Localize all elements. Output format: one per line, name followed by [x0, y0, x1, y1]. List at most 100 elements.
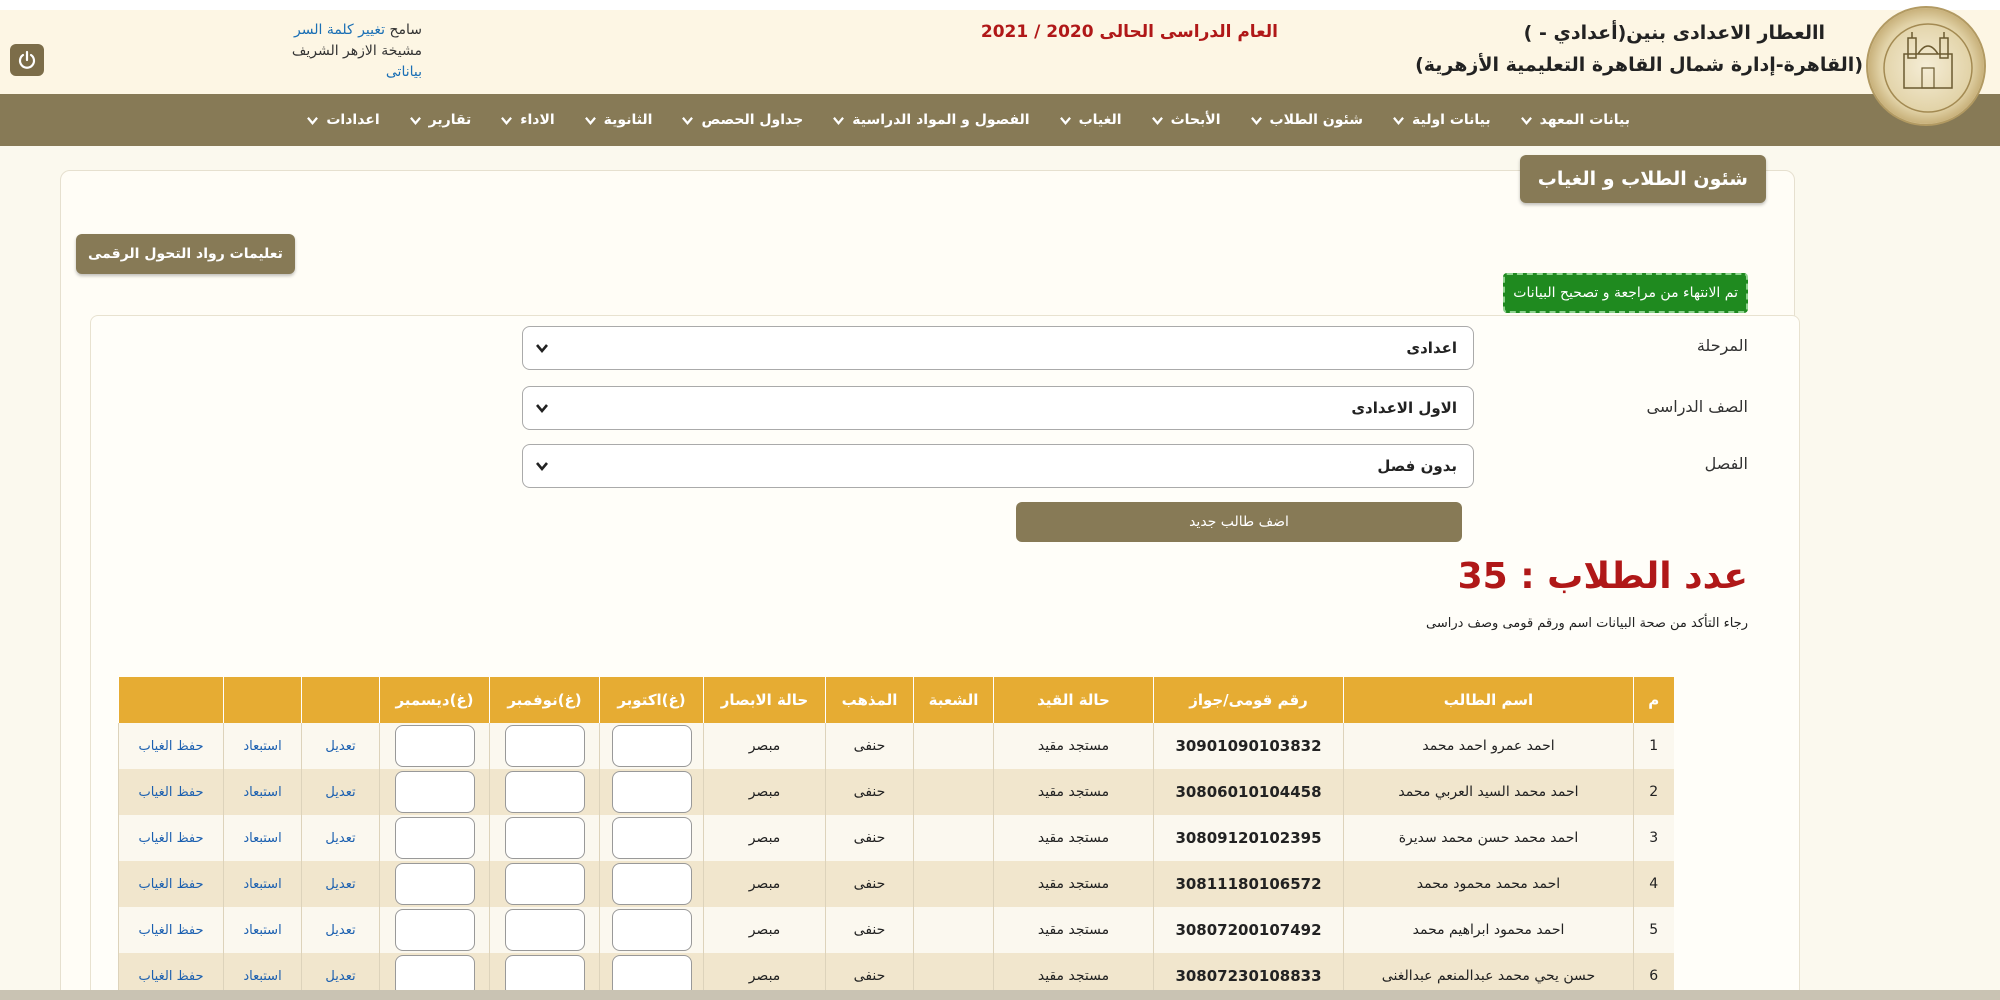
nav-item-timetables[interactable]: جداول الحصص	[667, 112, 818, 128]
power-icon	[18, 50, 36, 69]
power-button[interactable]	[10, 44, 44, 76]
stage-select[interactable]: اعدادى	[522, 326, 1474, 370]
add-student-button[interactable]: اضف طالب جديد	[1016, 502, 1462, 542]
nav-item-initial-data[interactable]: بيانات اولية	[1378, 112, 1506, 128]
october-absence-input[interactable]	[611, 771, 692, 813]
sight-status: مبصر	[703, 861, 826, 907]
edit-link[interactable]: تعديل	[325, 831, 355, 846]
nav-item-research[interactable]: الأبحاث	[1137, 112, 1236, 128]
table-row: 2 احمد محمد السيد العربي محمد 3080601010…	[118, 769, 1674, 815]
stage-select-value: اعدادى	[1406, 339, 1457, 357]
october-absence-input[interactable]	[611, 817, 692, 859]
december-absence-cell	[379, 769, 490, 815]
nav-label: اعدادات	[326, 112, 380, 128]
december-absence-input[interactable]	[394, 863, 475, 905]
edit-link[interactable]: تعديل	[325, 739, 355, 754]
save-absence-link[interactable]: حفظ الغياب	[138, 969, 203, 984]
nav-label: جداول الحصص	[701, 112, 804, 128]
col-header: الشعبة	[913, 677, 994, 723]
edit-cell: تعديل	[301, 815, 380, 861]
instructions-button[interactable]: تعليمات رواد التحول الرقمى	[76, 234, 295, 274]
save-cell: حفظ الغياب	[118, 861, 224, 907]
nav-label: الفصول و المواد الدراسية	[852, 112, 1030, 128]
edit-link[interactable]: تعديل	[325, 877, 355, 892]
nav-item-performance[interactable]: الاداء	[486, 112, 569, 128]
exclude-link[interactable]: استبعاد	[243, 831, 281, 846]
october-absence-input[interactable]	[611, 725, 692, 767]
nav-label: شئون الطلاب	[1269, 112, 1363, 128]
save-absence-link[interactable]: حفظ الغياب	[138, 923, 203, 938]
october-absence-input[interactable]	[611, 909, 692, 951]
student-name: احمد محمد محمود محمد	[1343, 861, 1634, 907]
col-header: (غ)اكتوبر	[599, 677, 704, 723]
enrollment-status: مستجد مقيد	[993, 769, 1154, 815]
grade-label: الصف الدراسى	[1646, 397, 1748, 416]
branch	[913, 907, 994, 953]
sight-status: مبصر	[703, 907, 826, 953]
student-name: احمد محمد حسن محمد سديرة	[1343, 815, 1634, 861]
nav-item-reports[interactable]: تقارير	[395, 112, 487, 128]
table-row: 3 احمد محمد حسن محمد سديرة 3080912010239…	[118, 815, 1674, 861]
col-header	[223, 677, 302, 723]
exclude-link[interactable]: استبعاد	[243, 785, 281, 800]
nav-item-secondary[interactable]: الثانوية	[570, 112, 668, 128]
bottom-strip	[0, 990, 2000, 1000]
nav-item-student-affairs[interactable]: شئون الطلاب	[1236, 112, 1378, 128]
exclude-link[interactable]: استبعاد	[243, 969, 281, 984]
december-absence-input[interactable]	[394, 771, 475, 813]
branch	[913, 723, 994, 769]
class-select[interactable]: بدون فصل	[522, 444, 1474, 488]
verification-note: رجاء التأكد من صحة البيانات اسم ورقم قوم…	[1426, 616, 1748, 631]
my-data-link[interactable]: بياناتى	[292, 62, 422, 83]
exclude-link[interactable]: استبعاد	[243, 877, 281, 892]
chevron-down-icon	[501, 116, 513, 125]
row-number: 3	[1633, 815, 1674, 861]
nav-label: بيانات اولية	[1411, 112, 1491, 128]
national-id: 30809120102395	[1153, 815, 1344, 861]
chevron-down-icon	[1250, 116, 1262, 125]
national-id: 30806010104458	[1153, 769, 1344, 815]
november-absence-input[interactable]	[504, 817, 585, 859]
national-id: 30901090103832	[1153, 723, 1344, 769]
col-header	[301, 677, 380, 723]
november-absence-input[interactable]	[504, 725, 585, 767]
exclude-link[interactable]: استبعاد	[243, 739, 281, 754]
save-absence-link[interactable]: حفظ الغياب	[138, 831, 203, 846]
done-review-button[interactable]: تم الانتهاء من مراجعة و تصحيح البيانات	[1503, 273, 1748, 313]
chevron-down-icon	[833, 116, 845, 125]
chevron-down-icon	[536, 462, 548, 472]
al-azhar-logo	[1866, 6, 1986, 126]
exclude-cell: استبعاد	[223, 907, 302, 953]
school-name: االعطار الاعدادى بنين(أعدادي - )	[1523, 22, 1825, 44]
enrollment-status: مستجد مقيد	[993, 861, 1154, 907]
nav-item-absence[interactable]: الغياب	[1045, 112, 1137, 128]
edit-link[interactable]: تعديل	[325, 785, 355, 800]
enrollment-status: مستجد مقيد	[993, 723, 1154, 769]
save-absence-link[interactable]: حفظ الغياب	[138, 877, 203, 892]
october-absence-input[interactable]	[611, 863, 692, 905]
grade-select[interactable]: الاول الاعدادى	[522, 386, 1474, 430]
sight-status: مبصر	[703, 815, 826, 861]
change-password-link[interactable]: تغيير كلمة السر	[294, 22, 385, 38]
edit-link[interactable]: تعديل	[325, 969, 355, 984]
col-header: حالة الابصار	[703, 677, 826, 723]
save-absence-link[interactable]: حفظ الغياب	[138, 739, 203, 754]
november-absence-input[interactable]	[504, 771, 585, 813]
exclude-link[interactable]: استبعاد	[243, 923, 281, 938]
nav-item-settings[interactable]: اعدادات	[292, 112, 394, 128]
december-absence-input[interactable]	[394, 725, 475, 767]
chevron-down-icon	[409, 116, 421, 125]
col-header: حالة القيد	[993, 677, 1154, 723]
col-header	[118, 677, 224, 723]
edit-link[interactable]: تعديل	[325, 923, 355, 938]
branch	[913, 861, 994, 907]
nav-item-classes-subjects[interactable]: الفصول و المواد الدراسية	[818, 112, 1044, 128]
november-absence-input[interactable]	[504, 909, 585, 951]
save-absence-link[interactable]: حفظ الغياب	[138, 785, 203, 800]
students-table: م اسم الطالب رقم قومى/جواز حالة القيد ال…	[118, 677, 1674, 999]
december-absence-input[interactable]	[394, 817, 475, 859]
chevron-down-icon	[307, 116, 319, 125]
december-absence-input[interactable]	[394, 909, 475, 951]
november-absence-input[interactable]	[504, 863, 585, 905]
nav-item-institute-data[interactable]: بيانات المعهد	[1506, 112, 1645, 128]
